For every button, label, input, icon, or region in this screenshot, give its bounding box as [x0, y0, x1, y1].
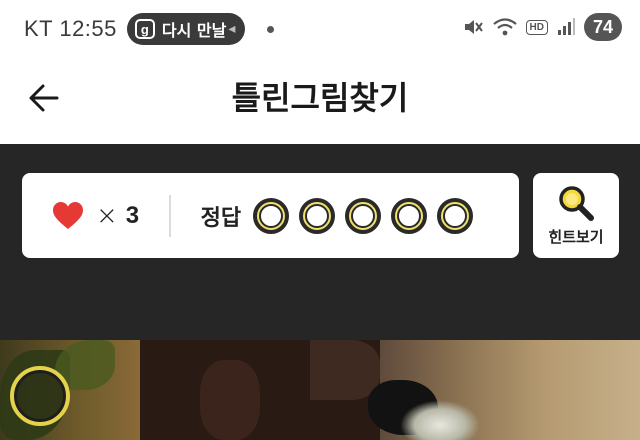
battery-icon: 74: [584, 13, 622, 41]
answer-label: 정답: [200, 205, 242, 231]
answer-slot: [437, 197, 474, 234]
mute-icon: [462, 16, 484, 38]
magnifier-icon: [559, 186, 594, 221]
answer-slot: [345, 197, 382, 234]
app-header: 틀린그림찾기: [0, 58, 640, 144]
wifi-icon: [492, 16, 518, 38]
photo-person-arm: [310, 340, 380, 400]
answer-slot-inner: [351, 203, 376, 228]
status-right: HD 74: [462, 13, 622, 41]
game-area: × 3 정답 힌트보기: [0, 144, 640, 340]
signal-icon: [556, 17, 576, 37]
carrier-time: KT 12:55: [24, 16, 117, 41]
hint-label: 힌트보기: [548, 228, 604, 246]
notification-pill[interactable]: g 다시 만날 ◂: [126, 13, 246, 45]
status-bar: KT 12:55 g 다시 만날 ◂ HD 74: [0, 0, 640, 58]
answer-slot-inner: [443, 203, 468, 228]
found-difference-marker[interactable]: [10, 366, 70, 426]
notification-fade-icon: ◂: [228, 21, 236, 37]
page-title: 틀린그림찾기: [231, 79, 409, 117]
answer-slots: [253, 197, 474, 234]
answer-slot-inner: [259, 203, 284, 228]
answer-slot-inner: [397, 203, 422, 228]
notification-dot-icon: [267, 25, 275, 33]
score-divider: [169, 194, 171, 237]
photo-shirt-fold: [200, 360, 260, 440]
notification-app-icon: g: [134, 19, 155, 39]
score-card: × 3 정답: [22, 173, 519, 258]
answer-slot-inner: [305, 203, 330, 228]
lives-times-symbol: ×: [96, 200, 118, 231]
lives-count: 3: [125, 201, 140, 229]
lives-counter: × 3: [52, 201, 139, 231]
photo-white-plant: [400, 400, 480, 440]
status-left: KT 12:55 g 다시 만날 ◂: [24, 13, 275, 45]
heart-icon: [52, 201, 84, 231]
hint-button[interactable]: 힌트보기: [533, 173, 619, 258]
hd-voice-icon: HD: [525, 19, 548, 35]
notification-text: 다시 만날: [161, 21, 227, 40]
answer-slot: [299, 197, 336, 234]
answer-slot: [253, 197, 290, 234]
puzzle-image[interactable]: [0, 340, 640, 440]
answer-slot: [391, 197, 428, 234]
